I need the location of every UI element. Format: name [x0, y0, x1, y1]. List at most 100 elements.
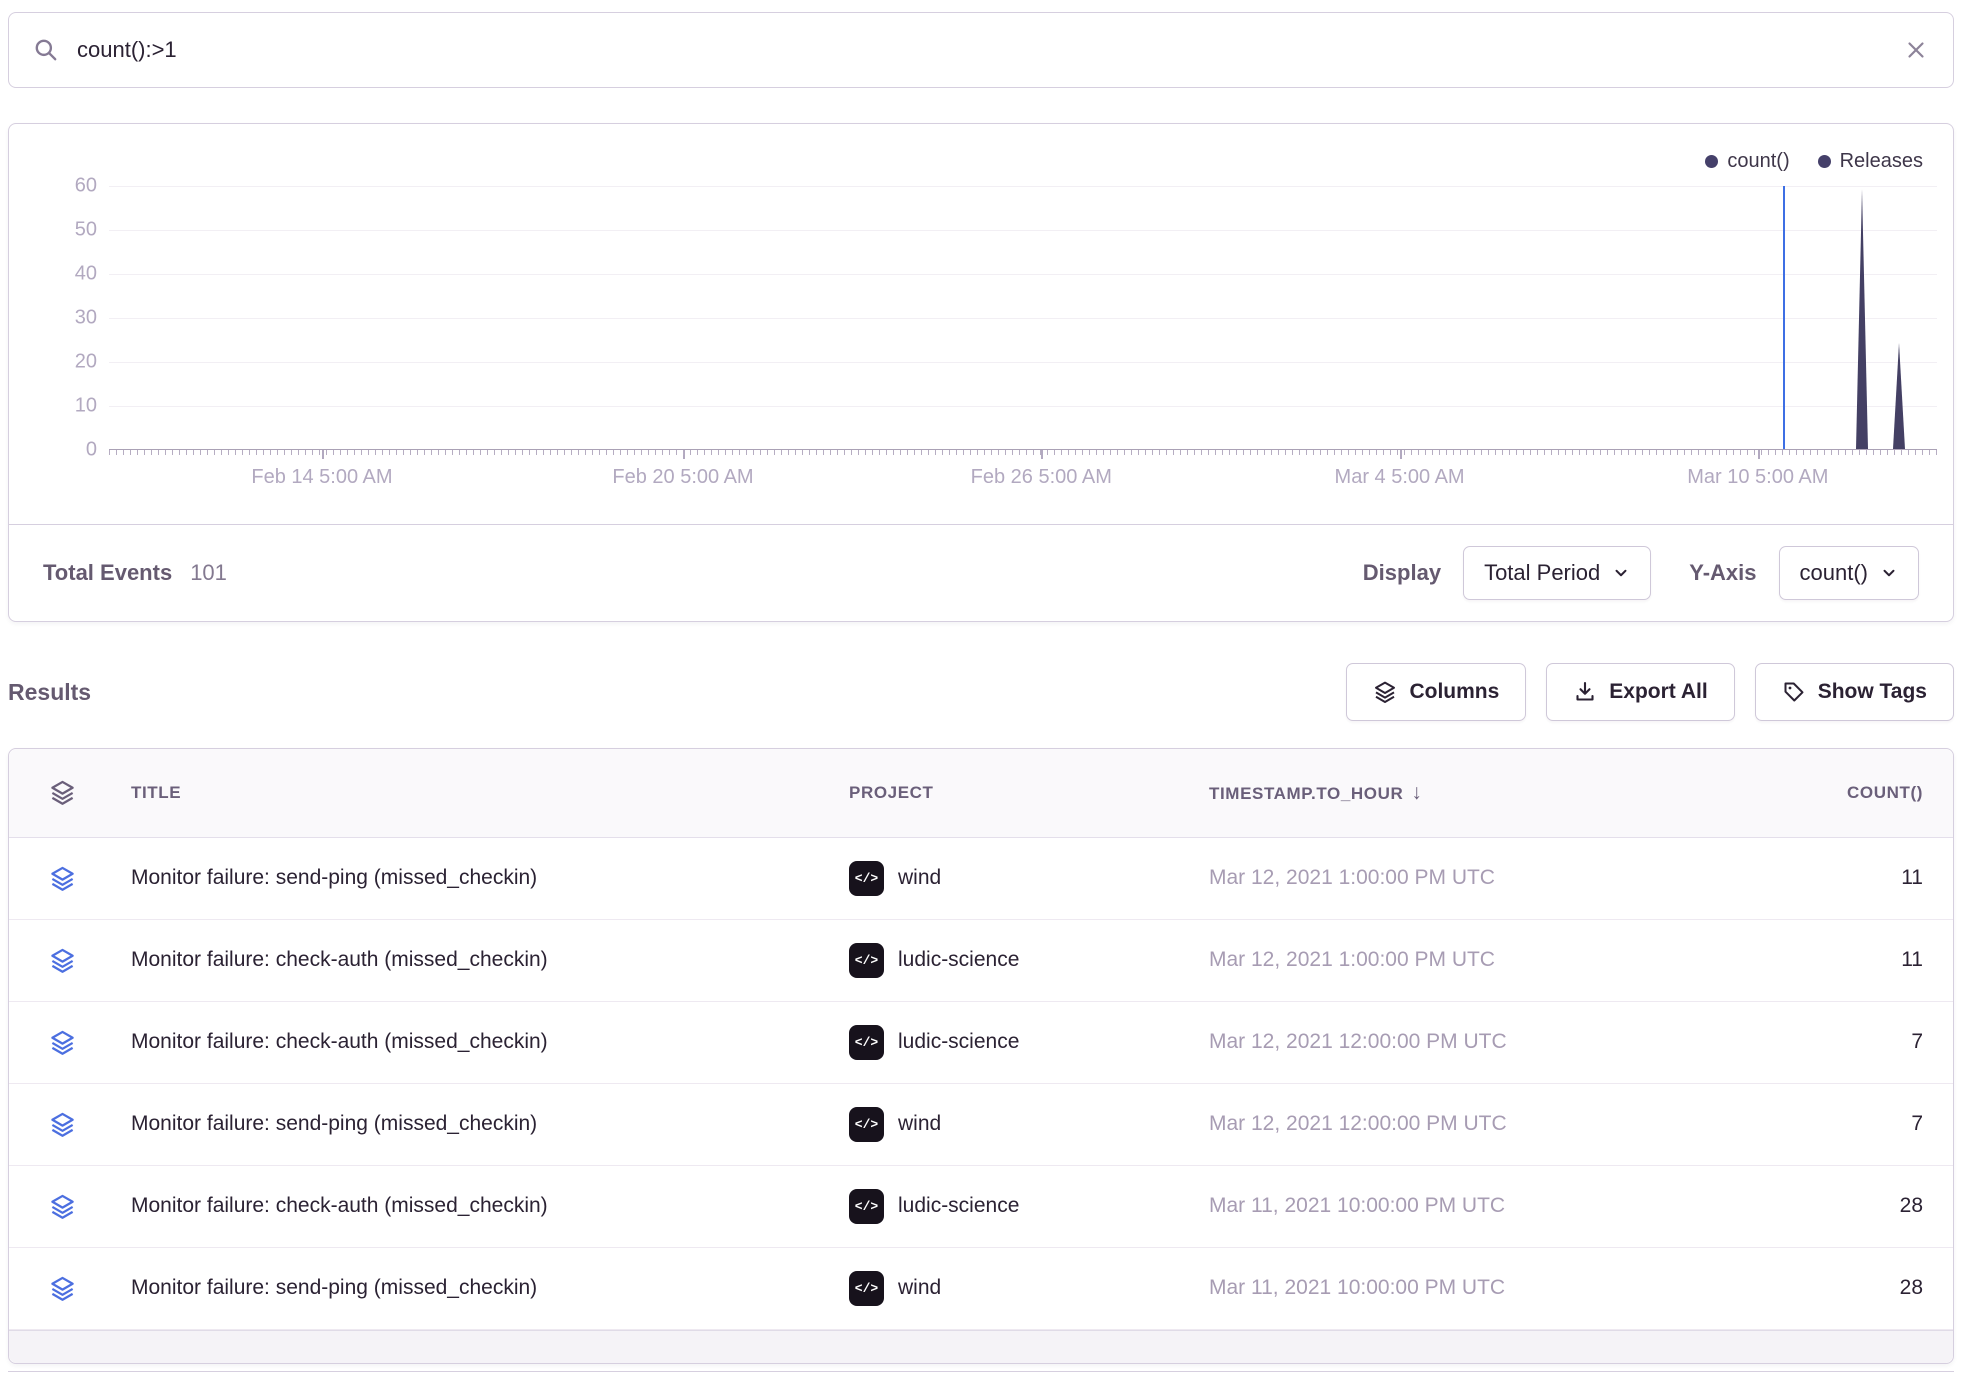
project-cell[interactable]: </> ludic-science [849, 1025, 1209, 1060]
event-title[interactable]: Monitor failure: send-ping (missed_check… [131, 1276, 849, 1300]
project-platform-icon: </> [849, 1025, 884, 1060]
y-axis-tick-label: 30 [75, 307, 97, 330]
project-name: wind [898, 1112, 941, 1136]
display-label: Display [1363, 560, 1441, 586]
project-cell[interactable]: </> wind [849, 861, 1209, 896]
project-cell[interactable]: </> ludic-science [849, 1189, 1209, 1224]
stack-icon [49, 779, 76, 806]
project-cell[interactable]: </> wind [849, 1271, 1209, 1306]
clear-search-icon[interactable] [1903, 37, 1929, 63]
search-bar[interactable]: count():>1 [8, 12, 1954, 88]
columns-button[interactable]: Columns [1346, 663, 1526, 721]
download-icon [1573, 680, 1597, 704]
column-header-project[interactable]: PROJECT [849, 783, 1209, 803]
table-row[interactable]: Monitor failure: send-ping (missed_check… [9, 1084, 1953, 1166]
show-tags-button-label: Show Tags [1818, 680, 1927, 704]
release-marker-line[interactable] [1783, 186, 1785, 449]
gridline [109, 362, 1937, 363]
chart-legend: count() Releases [9, 146, 1937, 176]
project-name: ludic-science [898, 948, 1019, 972]
chart-panel: count() Releases 6050403020100 Feb 14 5:… [8, 123, 1954, 622]
tag-icon [1782, 680, 1806, 704]
results-actions: Columns Export All Show Tags [1346, 663, 1954, 721]
legend-item-releases[interactable]: Releases [1818, 150, 1923, 173]
y-axis-tick-label: 20 [75, 351, 97, 374]
x-axis-tick-label: Mar 4 5:00 AM [1335, 466, 1465, 489]
y-axis-tick-label: 0 [86, 439, 97, 462]
project-cell[interactable]: </> wind [849, 1107, 1209, 1142]
project-platform-icon: </> [849, 861, 884, 896]
table-row[interactable]: Monitor failure: check-auth (missed_chec… [9, 920, 1953, 1002]
project-name: ludic-science [898, 1194, 1019, 1218]
event-count: 11 [1709, 948, 1923, 972]
count-series-spike [1893, 343, 1905, 449]
stack-icon [49, 1275, 76, 1302]
y-axis-tick-label: 60 [75, 175, 97, 198]
gridline [109, 186, 1937, 187]
export-all-button[interactable]: Export All [1546, 663, 1734, 721]
gridline [109, 318, 1937, 319]
table-body: Monitor failure: send-ping (missed_check… [9, 838, 1953, 1330]
x-axis-tick-label: Mar 10 5:00 AM [1687, 466, 1828, 489]
chart-plot[interactable] [109, 186, 1937, 450]
results-header-row: Results Columns Export All Show Tags [8, 660, 1954, 724]
event-timestamp: Mar 11, 2021 10:00:00 PM UTC [1209, 1276, 1709, 1300]
export-all-button-label: Export All [1609, 680, 1707, 704]
event-timestamp: Mar 12, 2021 1:00:00 PM UTC [1209, 948, 1709, 972]
event-title[interactable]: Monitor failure: send-ping (missed_check… [131, 866, 849, 890]
column-header-count[interactable]: COUNT() [1709, 783, 1923, 803]
project-platform-icon: </> [849, 1271, 884, 1306]
project-name: wind [898, 866, 941, 890]
legend-label: Releases [1840, 150, 1923, 173]
columns-button-label: Columns [1409, 680, 1499, 704]
event-title[interactable]: Monitor failure: send-ping (missed_check… [131, 1112, 849, 1136]
table-row[interactable]: Monitor failure: check-auth (missed_chec… [9, 1166, 1953, 1248]
stack-icon [49, 1029, 76, 1056]
y-axis-dropdown[interactable]: count() [1779, 546, 1919, 600]
event-count: 7 [1709, 1030, 1923, 1054]
event-title[interactable]: Monitor failure: check-auth (missed_chec… [131, 948, 849, 972]
legend-label: count() [1727, 150, 1789, 173]
event-timestamp: Mar 12, 2021 12:00:00 PM UTC [1209, 1030, 1709, 1054]
table-footer-strip [9, 1330, 1953, 1363]
event-count: 11 [1709, 866, 1923, 890]
total-events-value: 101 [190, 560, 227, 586]
display-dropdown[interactable]: Total Period [1463, 546, 1651, 600]
x-axis-tick-label: Feb 26 5:00 AM [971, 466, 1112, 489]
event-title[interactable]: Monitor failure: check-auth (missed_chec… [131, 1194, 849, 1218]
chevron-down-icon [1880, 564, 1898, 582]
event-timestamp: Mar 12, 2021 1:00:00 PM UTC [1209, 866, 1709, 890]
event-timestamp: Mar 11, 2021 10:00:00 PM UTC [1209, 1194, 1709, 1218]
event-timestamp: Mar 12, 2021 12:00:00 PM UTC [1209, 1112, 1709, 1136]
stack-icon [49, 947, 76, 974]
layers-icon [1373, 680, 1397, 704]
show-tags-button[interactable]: Show Tags [1755, 663, 1954, 721]
project-name: wind [898, 1276, 941, 1300]
project-cell[interactable]: </> ludic-science [849, 943, 1209, 978]
stack-icon [49, 1193, 76, 1220]
event-title[interactable]: Monitor failure: check-auth (missed_chec… [131, 1030, 849, 1054]
display-dropdown-value: Total Period [1484, 560, 1600, 586]
column-header-title[interactable]: TITLE [131, 783, 849, 803]
y-axis-label: Y-Axis [1689, 560, 1756, 586]
project-platform-icon: </> [849, 1189, 884, 1224]
y-axis-tick-label: 10 [75, 395, 97, 418]
event-count: 28 [1709, 1276, 1923, 1300]
gridline [109, 406, 1937, 407]
y-axis-tick-label: 40 [75, 263, 97, 286]
results-title: Results [8, 679, 91, 706]
column-header-timestamp[interactable]: TIMESTAMP.TO_HOUR↓ [1209, 781, 1709, 805]
legend-item-count[interactable]: count() [1705, 150, 1789, 173]
chart-y-axis: 6050403020100 [9, 186, 109, 450]
gridline [109, 230, 1937, 231]
chevron-down-icon [1612, 564, 1630, 582]
releases-legend-dot-icon [1818, 155, 1831, 168]
table-row[interactable]: Monitor failure: check-auth (missed_chec… [9, 1002, 1953, 1084]
project-name: ludic-science [898, 1030, 1019, 1054]
project-platform-icon: </> [849, 1107, 884, 1142]
table-header-row: TITLE PROJECT TIMESTAMP.TO_HOUR↓ COUNT() [9, 749, 1953, 838]
table-row[interactable]: Monitor failure: send-ping (missed_check… [9, 838, 1953, 920]
search-input[interactable]: count():>1 [77, 37, 1903, 63]
gridline [109, 274, 1937, 275]
table-row[interactable]: Monitor failure: send-ping (missed_check… [9, 1248, 1953, 1330]
